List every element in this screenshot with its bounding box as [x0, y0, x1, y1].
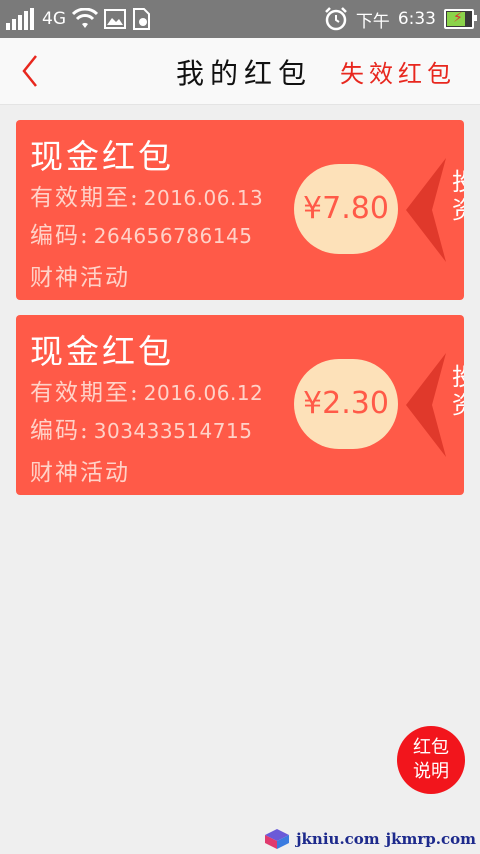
expiry-label: 有效期至: [30, 380, 140, 406]
fab-line2: 说明 [413, 761, 449, 782]
source-label: 财神活动 [30, 265, 130, 291]
red-packet-card[interactable]: 现金红包 有效期至: 2016.06.12 编码: 303433514715 财神活… [16, 315, 464, 495]
code-row: 编码: 264656786145 [30, 216, 252, 250]
chevron-left-icon [406, 158, 446, 262]
expiry-row: 有效期至: 2016.06.12 [30, 373, 263, 407]
status-bar: 4G 下午 6:33 ⚡ [0, 0, 480, 38]
watermark: jkniu.com jkmrp.com [264, 828, 476, 850]
fab-line1: 红包 [413, 737, 449, 758]
red-packet-info-button[interactable]: 红包 说明 [397, 726, 465, 794]
status-left: 4G [6, 6, 152, 32]
chevron-left-icon [22, 55, 37, 87]
code-value: 303433514715 [93, 419, 253, 443]
status-right: 下午 6:33 ⚡ [324, 6, 477, 32]
watermark-text-1: jkniu.com [296, 830, 380, 848]
use-now-label[interactable]: 投资 [452, 363, 464, 419]
amount-badge: ¥7.80 [294, 164, 398, 254]
watermark-text-2: jkmrp.com [385, 830, 476, 848]
amount-badge: ¥2.30 [294, 359, 398, 449]
header-bar: 我的红包 失效红包 [0, 38, 480, 105]
image-icon [104, 9, 126, 29]
alarm-icon [324, 7, 347, 31]
time-clock: 6:33 [397, 9, 436, 29]
expiry-date: 2016.06.13 [143, 186, 264, 210]
card-type: 现金红包 [30, 137, 174, 176]
expiry-row: 有效期至: 2016.06.13 [30, 178, 263, 212]
red-packet-card[interactable]: 现金红包 有效期至: 2016.06.13 编码: 264656786145 财神活… [16, 120, 464, 300]
use-now-label[interactable]: 投资 [452, 168, 464, 224]
code-label: 编码: [30, 223, 90, 249]
network-type: 4G [42, 9, 66, 29]
expired-red-packets-link[interactable]: 失效红包 [340, 54, 456, 89]
code-label: 编码: [30, 418, 90, 444]
expiry-date: 2016.06.12 [143, 381, 264, 405]
signal-icon [6, 8, 34, 30]
file-icon [133, 8, 150, 30]
code-row: 编码: 303433514715 [30, 411, 252, 445]
page-title: 我的红包 [176, 57, 313, 90]
expiry-label: 有效期至: [30, 185, 140, 211]
time-ampm: 下午 [355, 11, 390, 32]
code-value: 264656786145 [93, 224, 253, 248]
battery-charging-icon: ⚡ [444, 9, 477, 29]
chevron-left-icon [406, 353, 446, 457]
card-type: 现金红包 [30, 332, 174, 371]
source-label: 财神活动 [30, 460, 130, 486]
back-button[interactable] [14, 52, 50, 90]
watermark-logo-icon [265, 829, 290, 849]
wifi-icon [72, 8, 98, 28]
